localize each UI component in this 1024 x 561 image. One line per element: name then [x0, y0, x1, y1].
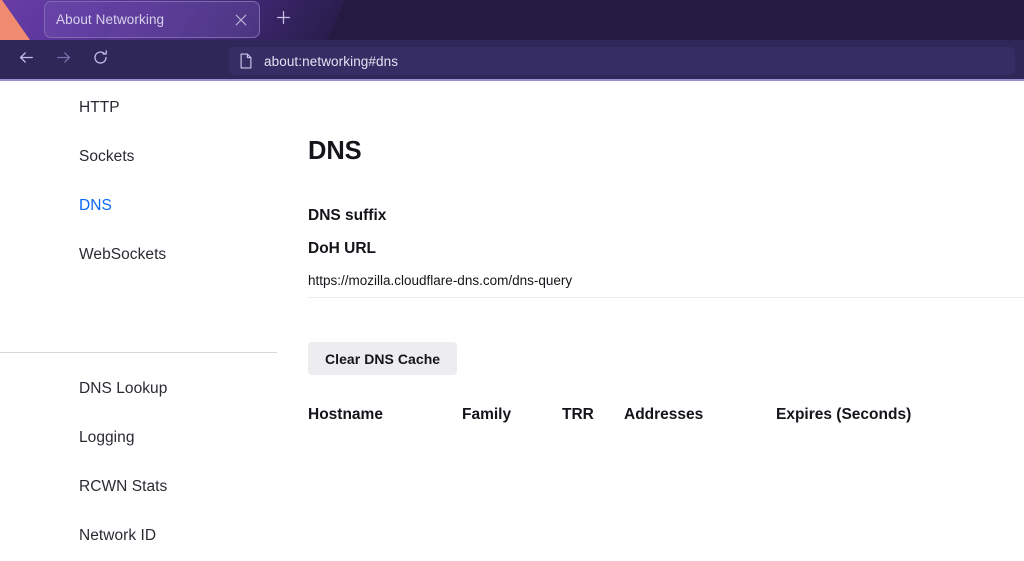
forward-arrow-icon	[55, 49, 72, 71]
main-panel: DNS DNS suffix DoH URL https://mozilla.c…	[277, 83, 1024, 561]
chrome-decoration-salmon-triangle	[0, 0, 32, 40]
column-header-family[interactable]: Family	[462, 403, 562, 427]
sidebar-navigation: HTTP Sockets DNS WebSockets DNS Lookup	[0, 83, 277, 561]
sidebar-item-label: DNS Lookup	[79, 380, 167, 398]
doh-url-value: https://mozilla.cloudflare-dns.com/dns-q…	[308, 273, 572, 288]
browser-tab-about-networking[interactable]: About Networking	[44, 1, 260, 38]
reload-icon	[92, 49, 109, 71]
sidebar-item-label: HTTP	[79, 99, 120, 117]
sidebar-divider	[0, 352, 277, 353]
dns-cache-table: Hostname Family TRR Addresses Expires (S…	[308, 403, 1024, 427]
new-tab-button[interactable]	[270, 6, 297, 33]
back-button[interactable]	[9, 45, 43, 75]
sidebar-item-network-id[interactable]: Network ID	[0, 511, 277, 560]
close-icon[interactable]	[228, 7, 254, 33]
page-document-icon	[239, 53, 253, 69]
address-bar-text: about:networking#dns	[264, 54, 398, 69]
section-divider	[308, 297, 1024, 298]
sidebar-primary-group: HTTP Sockets DNS WebSockets	[0, 83, 277, 279]
tab-strip: About Networking	[0, 0, 1024, 40]
sidebar-item-dns-lookup[interactable]: DNS Lookup	[0, 364, 277, 413]
sidebar-item-logging[interactable]: Logging	[0, 413, 277, 462]
address-bar[interactable]: about:networking#dns	[229, 47, 1015, 75]
column-header-expires[interactable]: Expires (Seconds)	[776, 403, 1024, 427]
page-content: HTTP Sockets DNS WebSockets DNS Lookup	[0, 83, 1024, 561]
dns-suffix-label: DNS suffix	[308, 207, 386, 225]
sidebar-item-label: WebSockets	[79, 246, 166, 264]
sidebar-item-label: Network ID	[79, 527, 156, 545]
sidebar-item-http[interactable]: HTTP	[0, 83, 277, 132]
forward-button[interactable]	[46, 45, 80, 75]
table-header-row: Hostname Family TRR Addresses Expires (S…	[308, 403, 1024, 427]
tab-title: About Networking	[56, 12, 228, 27]
page-title: DNS	[308, 137, 362, 166]
column-header-hostname[interactable]: Hostname	[308, 403, 462, 427]
column-header-trr[interactable]: TRR	[562, 403, 624, 427]
sidebar-item-dns[interactable]: DNS	[0, 181, 277, 230]
clear-dns-cache-button[interactable]: Clear DNS Cache	[308, 342, 457, 375]
reload-button[interactable]	[83, 45, 117, 75]
column-header-addresses[interactable]: Addresses	[624, 403, 776, 427]
back-arrow-icon	[18, 49, 35, 71]
sidebar-item-label: Sockets	[79, 148, 135, 166]
sidebar-item-rcwn-stats[interactable]: RCWN Stats	[0, 462, 277, 511]
sidebar-item-sockets[interactable]: Sockets	[0, 132, 277, 181]
browser-window: About Networking	[0, 0, 1024, 561]
plus-icon	[276, 10, 291, 30]
sidebar-item-label: DNS	[79, 197, 112, 215]
sidebar-item-label: RCWN Stats	[79, 478, 167, 496]
sidebar-item-label: Logging	[79, 429, 135, 447]
sidebar-item-websockets[interactable]: WebSockets	[0, 230, 277, 279]
sidebar-secondary-group: DNS Lookup Logging RCWN Stats Network ID	[0, 364, 277, 560]
doh-url-label: DoH URL	[308, 240, 376, 258]
